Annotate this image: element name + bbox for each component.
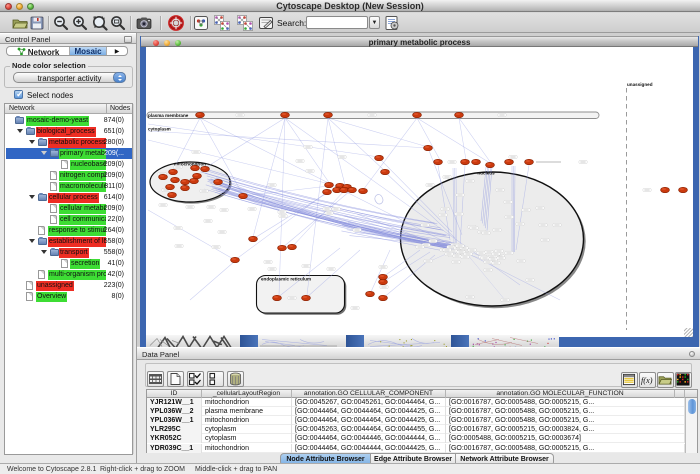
svg-text:f(x): f(x) <box>641 376 653 385</box>
svg-text:unassigned: unassigned <box>627 82 653 87</box>
svg-text:cytoplasm: cytoplasm <box>148 127 171 132</box>
svg-text:plasma membrane: plasma membrane <box>148 113 189 118</box>
svg-text:endoplasmic reticulum: endoplasmic reticulum <box>261 276 311 281</box>
svg-text:nucleus: nucleus <box>477 171 495 176</box>
